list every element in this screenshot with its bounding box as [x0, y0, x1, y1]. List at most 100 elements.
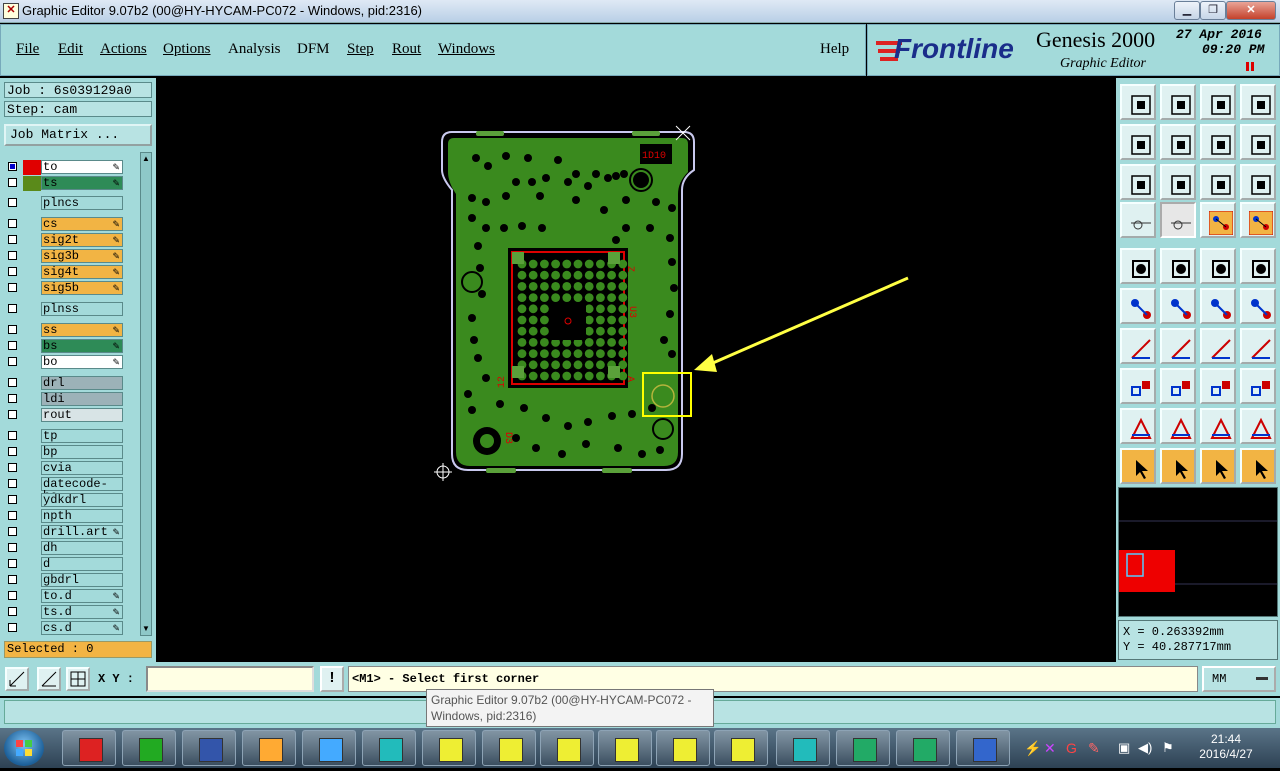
layer-name[interactable]: plncs [41, 196, 123, 210]
split-line-button[interactable] [1160, 368, 1196, 404]
layer-checkbox[interactable] [8, 591, 17, 600]
layer-checkbox[interactable] [8, 431, 17, 440]
layer-checkbox[interactable] [8, 304, 17, 313]
layer-row[interactable]: gbdrl [5, 573, 123, 588]
layer-name[interactable]: to ✎ [41, 160, 123, 174]
menu-edit[interactable]: Edit [58, 41, 83, 58]
select-pad-button[interactable] [1200, 448, 1236, 484]
layer-name[interactable]: sig5b ✎ [41, 281, 123, 295]
layer-checkbox[interactable] [8, 463, 17, 472]
taskbar-app-button[interactable] [122, 730, 176, 766]
taskbar-app-button[interactable] [956, 730, 1010, 766]
snap-button[interactable] [1240, 124, 1276, 160]
menu-step[interactable]: Step [347, 41, 374, 58]
scroll-down-icon[interactable]: ▼ [142, 624, 150, 634]
grid-button[interactable] [1160, 202, 1196, 238]
layer-name[interactable]: cs.d ✎ [41, 621, 123, 635]
layer-name[interactable]: ydkdrl [41, 493, 123, 507]
mirror-button[interactable] [1240, 328, 1276, 364]
layer-row[interactable]: ydkdrl [5, 493, 123, 508]
menu-windows[interactable]: Windows [438, 41, 495, 58]
layer-name[interactable]: drill.art ✎ [41, 525, 123, 539]
layer-row[interactable]: bp [5, 445, 123, 460]
layer-color-swatch[interactable] [23, 160, 41, 175]
taskbar-app-button[interactable] [714, 730, 768, 766]
tray-app-icon[interactable]: ⚡ [1024, 740, 1041, 757]
layer-row[interactable]: tp [5, 429, 123, 444]
layer-checkbox[interactable] [8, 575, 17, 584]
layer-row[interactable]: to ✎ [5, 160, 123, 175]
taskbar-app-button[interactable] [182, 730, 236, 766]
route-b-button[interactable] [1240, 202, 1276, 238]
layer-checkbox[interactable] [8, 178, 17, 187]
layer-checkbox[interactable] [8, 607, 17, 616]
layer-row[interactable]: sig2t ✎ [5, 233, 123, 248]
layer-row[interactable]: ts.d ✎ [5, 605, 123, 620]
layer-name[interactable]: plnss [41, 302, 123, 316]
angle-mode-button[interactable] [37, 667, 61, 691]
restore-button[interactable]: ❐ [1200, 1, 1226, 20]
layer-checkbox[interactable] [8, 511, 17, 520]
taskbar-app-button[interactable] [836, 730, 890, 766]
layer-checkbox[interactable] [8, 527, 17, 536]
layer-row[interactable]: cs.d ✎ [5, 621, 123, 636]
layer-checkbox[interactable] [8, 219, 17, 228]
delete-button[interactable] [1160, 288, 1196, 324]
slope-button[interactable] [1240, 408, 1276, 444]
layer-name[interactable]: sig4t ✎ [41, 265, 123, 279]
dot-button[interactable] [1240, 248, 1276, 284]
taskbar-app-button[interactable] [482, 730, 536, 766]
layer-row[interactable]: dh [5, 541, 123, 556]
layer-row[interactable]: drill.art ✎ [5, 525, 123, 540]
close-button[interactable]: ✕ [1226, 1, 1276, 20]
layer-name[interactable]: npth [41, 509, 123, 523]
layer-row[interactable]: drl [5, 376, 123, 391]
taskbar-app-button[interactable] [62, 730, 116, 766]
select-area-button[interactable] [1160, 448, 1196, 484]
layer-row[interactable]: rout [5, 408, 123, 423]
zoom-home-button[interactable] [1120, 84, 1156, 120]
flag-icon[interactable]: ⚑ [1162, 740, 1174, 756]
layer-checkbox[interactable] [8, 267, 17, 276]
arc-button[interactable] [1200, 328, 1236, 364]
layer-checkbox[interactable] [8, 495, 17, 504]
tray-app-icon[interactable]: ✎ [1088, 740, 1100, 757]
layer-name[interactable]: gbdrl [41, 573, 123, 587]
layer-checkbox[interactable] [8, 410, 17, 419]
layer-row[interactable]: sig5b ✎ [5, 281, 123, 296]
stretch-button[interactable] [1200, 368, 1236, 404]
layer-checkbox[interactable] [8, 251, 17, 260]
menu-actions[interactable]: Actions [100, 41, 147, 58]
warning-button[interactable]: ! [320, 666, 344, 692]
taskbar-app-button[interactable] [598, 730, 652, 766]
layer-row[interactable]: ss ✎ [5, 323, 123, 338]
layer-name[interactable]: bp [41, 445, 123, 459]
layer-name[interactable]: to.d ✎ [41, 589, 123, 603]
layer-checkbox[interactable] [8, 235, 17, 244]
ruler-button[interactable] [1200, 248, 1236, 284]
taskbar-app-button[interactable] [896, 730, 950, 766]
scale-button[interactable] [1200, 164, 1236, 200]
raise-button[interactable] [1160, 408, 1196, 444]
volume-icon[interactable]: ◀) [1138, 740, 1152, 756]
layer-row[interactable]: cs ✎ [5, 217, 123, 232]
layer-name[interactable]: cs ✎ [41, 217, 123, 231]
layer-name[interactable]: ts.d ✎ [41, 605, 123, 619]
layer-name[interactable]: bo ✎ [41, 355, 123, 369]
triangle-button[interactable] [1120, 408, 1156, 444]
layer-name[interactable]: cvia [41, 461, 123, 475]
layer-checkbox[interactable] [8, 283, 17, 292]
layer-name[interactable]: bs ✎ [41, 339, 123, 353]
add-polygon-button[interactable] [1160, 248, 1196, 284]
layer-name[interactable]: sig2t ✎ [41, 233, 123, 247]
menu-help[interactable]: Help [820, 41, 849, 58]
layer-row[interactable]: npth [5, 509, 123, 524]
layer-checkbox[interactable] [8, 341, 17, 350]
taskbar-app-button[interactable] [302, 730, 356, 766]
layer-row[interactable]: sig4t ✎ [5, 265, 123, 280]
taskbar-clock[interactable]: 21:44 2016/4/27 [1190, 732, 1262, 762]
layer-checkbox[interactable] [8, 325, 17, 334]
layer-name[interactable]: tp [41, 429, 123, 443]
layer-name[interactable]: dh [41, 541, 123, 555]
query-button[interactable] [1240, 164, 1276, 200]
